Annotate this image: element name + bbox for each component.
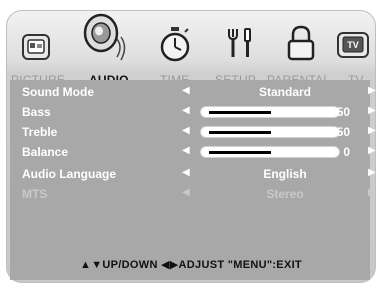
left-arrow-icon[interactable]: ◀ [182, 167, 190, 178]
mts-label: MTS [22, 187, 48, 201]
balance-value: 0 [343, 145, 350, 159]
bass-label: Bass [22, 105, 51, 119]
balance-slider[interactable] [200, 146, 340, 158]
right-arrow-icon: ▶ [368, 187, 376, 198]
right-arrow-icon[interactable]: ▶ [368, 145, 376, 156]
right-arrow-icon[interactable]: ▶ [368, 167, 376, 178]
right-arrow-icon[interactable]: ▶ [368, 105, 376, 116]
navigation-hint: ▲▼UP/DOWN ◀▶ADJUST "MENU":EXIT [80, 259, 302, 271]
left-arrow-icon[interactable]: ◀ [182, 105, 190, 116]
audio-language-row[interactable]: Audio Language ◀ English ▶ [10, 164, 376, 184]
bass-row[interactable]: Bass ◀ 50 ▶ [10, 102, 376, 122]
audio-language-label: Audio Language [22, 167, 116, 181]
treble-label: Treble [22, 125, 58, 139]
treble-slider[interactable] [200, 126, 340, 138]
audio-language-value: English [263, 167, 307, 181]
sound-mode-row[interactable]: Sound Mode ◀ Standard ▶ [10, 82, 376, 102]
sound-mode-value: Standard [258, 85, 311, 99]
picture-icon[interactable] [17, 21, 57, 65]
left-arrow-icon[interactable]: ◀ [182, 145, 190, 156]
sound-mode-label: Sound Mode [22, 85, 94, 99]
treble-row[interactable]: Treble ◀ 50 ▶ [10, 122, 376, 142]
audio-settings-panel: Sound Mode ◀ Standard ▶ Bass ◀ 50 ▶ Treb… [10, 80, 376, 280]
stopwatch-icon[interactable] [155, 21, 195, 65]
speaker-icon[interactable] [79, 11, 131, 65]
balance-row[interactable]: Balance ◀ 0 ▶ [10, 142, 376, 162]
treble-slider-fill [209, 131, 271, 134]
left-arrow-icon[interactable]: ◀ [182, 85, 190, 96]
balance-label: Balance [22, 145, 69, 159]
bass-slider-fill [209, 111, 271, 114]
bass-value: 50 [336, 105, 350, 119]
left-arrow-icon[interactable]: ◀ [182, 125, 190, 136]
mts-value: Stereo [266, 187, 304, 201]
svg-text:TV: TV [347, 40, 359, 50]
bass-slider[interactable] [200, 106, 340, 118]
right-arrow-icon[interactable]: ▶ [368, 85, 376, 96]
left-arrow-icon: ◀ [182, 187, 190, 198]
lock-icon[interactable] [281, 21, 321, 65]
tv-icon[interactable]: TV [333, 21, 373, 65]
treble-value: 50 [336, 125, 350, 139]
right-arrow-icon[interactable]: ▶ [368, 125, 376, 136]
tools-icon[interactable] [221, 21, 261, 65]
balance-slider-fill [209, 151, 271, 154]
mts-row: MTS ◀ Stereo ▶ [10, 184, 376, 204]
